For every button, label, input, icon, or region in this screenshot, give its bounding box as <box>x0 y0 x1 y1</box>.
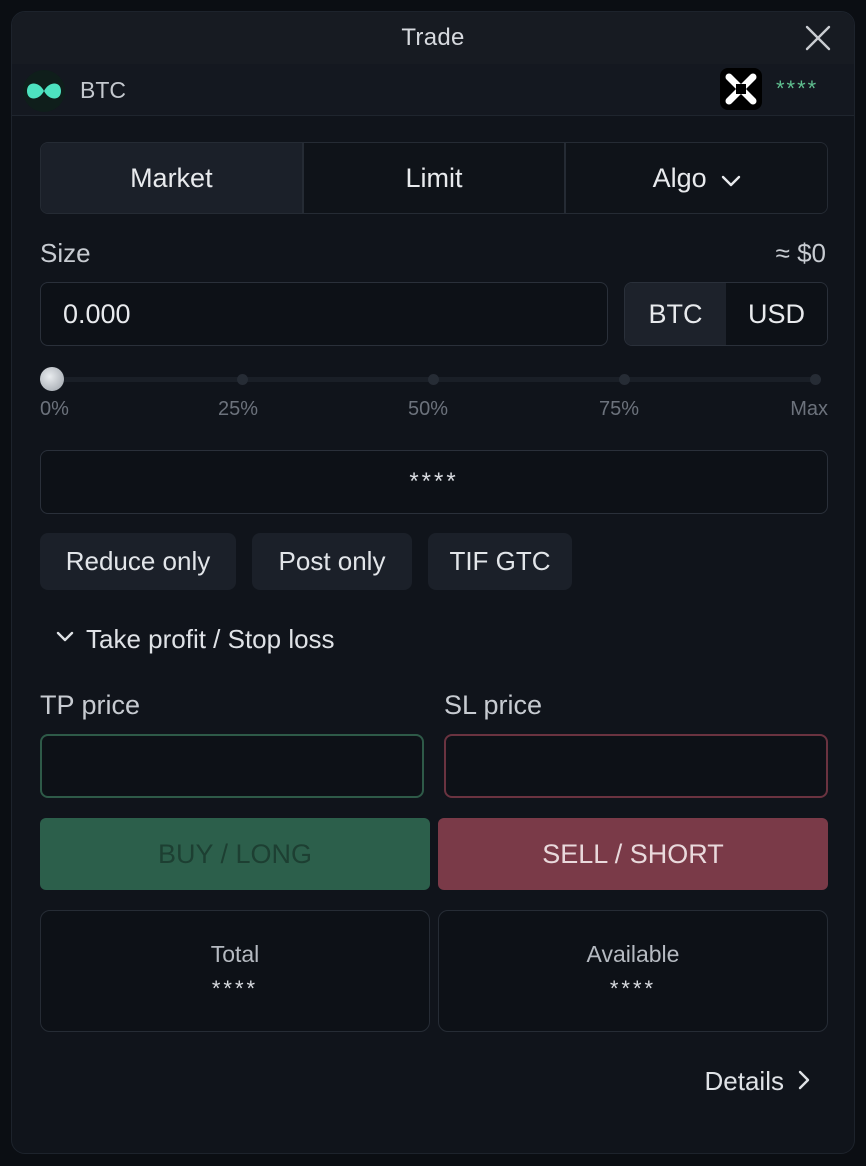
asset-symbol: BTC <box>80 77 126 103</box>
tp-price-input[interactable] <box>40 734 424 798</box>
unit-btc-button[interactable]: BTC <box>625 283 726 345</box>
available-value: **** <box>609 975 657 1001</box>
title-bar: Trade <box>12 12 854 64</box>
tab-algo[interactable]: Algo <box>566 143 827 213</box>
total-value: **** <box>211 975 259 1001</box>
buy-long-button[interactable]: BUY / LONG <box>40 818 430 890</box>
reduce-only-toggle[interactable]: Reduce only <box>40 533 236 590</box>
details-link[interactable]: Details <box>705 1066 810 1097</box>
chevron-down-icon <box>721 163 741 194</box>
slider-thumb[interactable] <box>40 367 64 391</box>
tab-label: Limit <box>405 162 463 193</box>
size-usd-estimate: ≈ $0 <box>775 238 826 268</box>
slider-label-max: Max <box>790 398 828 420</box>
close-icon <box>805 25 831 51</box>
asset-bar: BTC **** <box>12 64 854 116</box>
slider-label-0: 0% <box>40 398 69 420</box>
slider-tick <box>428 374 439 385</box>
available-label: Available <box>586 940 680 967</box>
chevron-down-icon <box>56 630 74 648</box>
total-label: Total <box>210 940 260 967</box>
tpsl-label: Take profit / Stop loss <box>86 623 335 654</box>
close-button[interactable] <box>804 24 832 52</box>
tab-label: Algo <box>652 162 707 193</box>
order-type-tabs: Market Limit Algo <box>40 142 828 214</box>
tpsl-toggle[interactable]: Take profit / Stop loss <box>56 622 335 656</box>
tif-gtc-selector[interactable]: TIF GTC <box>428 533 572 590</box>
tab-label: Market <box>130 162 213 193</box>
account-mask: **** <box>776 76 819 101</box>
post-only-toggle[interactable]: Post only <box>252 533 412 590</box>
size-input[interactable] <box>40 282 608 346</box>
total-box: Total **** <box>40 910 430 1032</box>
masked-value-field[interactable]: **** <box>40 450 828 514</box>
tab-limit[interactable]: Limit <box>303 143 567 213</box>
unit-usd-button[interactable]: USD <box>726 283 827 345</box>
available-box: Available **** <box>438 910 828 1032</box>
slider-label-75: 75% <box>599 398 640 420</box>
trade-panel: Trade BTC **** Market Limit Algo Size ≈ … <box>11 11 855 1154</box>
hyperliquid-logo-icon <box>23 70 65 112</box>
chevron-right-icon <box>798 1066 810 1097</box>
slider-label-50: 50% <box>408 398 449 420</box>
size-slider[interactable] <box>40 364 828 398</box>
sell-short-button[interactable]: SELL / SHORT <box>438 818 828 890</box>
slider-tick <box>810 374 821 385</box>
slider-tick <box>237 374 248 385</box>
size-label: Size <box>40 238 91 268</box>
sl-price-label: SL price <box>444 690 543 720</box>
window-title: Trade <box>401 24 465 51</box>
details-label: Details <box>704 1066 784 1096</box>
slider-label-25: 25% <box>218 398 259 420</box>
tab-market[interactable]: Market <box>41 143 304 213</box>
size-unit-toggle: BTC USD <box>624 282 828 346</box>
sl-price-input[interactable] <box>444 734 828 798</box>
slider-tick <box>619 374 630 385</box>
slider-labels: 0% 25% 50% 75% Max <box>40 398 828 426</box>
wallet-logo-icon[interactable] <box>720 68 762 110</box>
tp-price-label: TP price <box>40 690 141 720</box>
